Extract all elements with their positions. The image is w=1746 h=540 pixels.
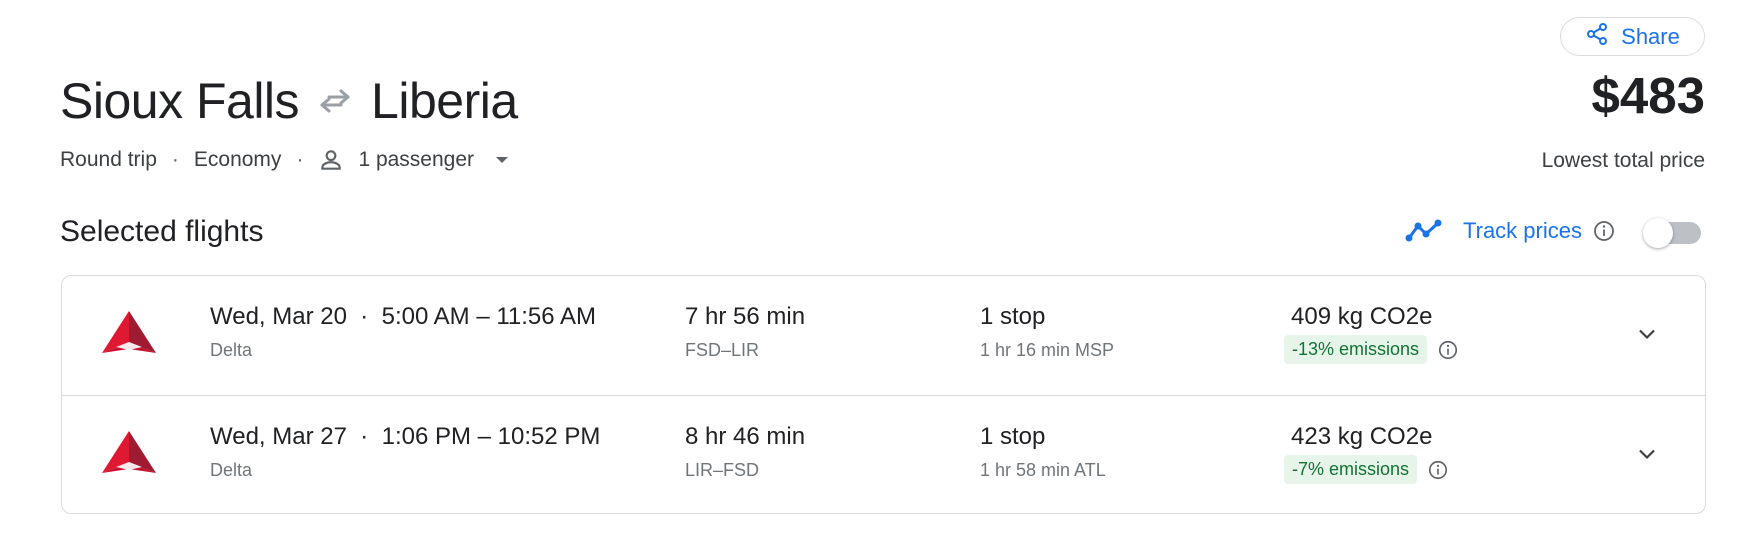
- destination-city: Liberia: [371, 73, 518, 129]
- lowest-price: $483: [1591, 67, 1705, 124]
- flight-duration: 7 hr 56 min: [685, 303, 806, 330]
- section-title: Selected flights: [60, 215, 264, 248]
- airline-name: Delta: [210, 460, 253, 480]
- person-icon: [318, 147, 358, 173]
- co2-value: 423 kg CO2e: [1291, 423, 1433, 450]
- passenger-count: 1 passenger: [358, 148, 475, 171]
- emissions-badge: -7% emissions: [1284, 455, 1418, 484]
- layover-info: 1 hr 16 min MSP: [980, 340, 1115, 360]
- trending-line-icon: [1405, 218, 1443, 244]
- flight-stops: 1 stop: [980, 303, 1046, 330]
- emissions-group: -13% emissions: [1284, 335, 1459, 364]
- swap-arrows-icon: [317, 86, 353, 116]
- separator-dot: ·: [296, 148, 304, 171]
- share-icon: [1585, 22, 1609, 52]
- info-icon[interactable]: [1437, 339, 1459, 361]
- emissions-group: -7% emissions: [1284, 455, 1449, 484]
- co2-value: 409 kg CO2e: [1291, 303, 1433, 330]
- flight-row-return[interactable]: Wed, Mar 27 · 1:06 PM – 10:52 PM Delta 8…: [62, 395, 1705, 513]
- track-prices-label: Track prices: [1463, 218, 1582, 243]
- share-label: Share: [1621, 23, 1680, 49]
- separator-dot: ·: [171, 148, 179, 171]
- lowest-price-label: Lowest total price: [1541, 149, 1705, 172]
- caret-down-icon: [474, 152, 510, 168]
- cabin-class: Economy: [193, 148, 282, 171]
- chevron-down-icon[interactable]: [1632, 439, 1662, 469]
- delta-logo-icon: [100, 429, 158, 477]
- trip-options: Round trip · Economy · 1 passenger: [60, 147, 510, 173]
- flight-row-outbound[interactable]: Wed, Mar 20 · 5:00 AM – 11:56 AM Delta 7…: [62, 276, 1705, 395]
- share-button[interactable]: Share: [1560, 17, 1705, 56]
- track-prices[interactable]: Track prices: [1405, 218, 1616, 244]
- emissions-badge: -13% emissions: [1284, 335, 1428, 364]
- delta-logo-icon: [100, 309, 158, 357]
- chevron-down-icon[interactable]: [1632, 319, 1662, 349]
- flight-route: LIR–FSD: [685, 460, 760, 480]
- flight-route: FSD–LIR: [685, 340, 760, 360]
- info-icon[interactable]: [1592, 219, 1616, 243]
- track-prices-toggle[interactable]: [1643, 218, 1705, 248]
- passenger-selector[interactable]: 1 passenger: [318, 147, 510, 173]
- flight-times: Wed, Mar 27 · 1:06 PM – 10:52 PM: [210, 423, 601, 450]
- toggle-knob: [1643, 218, 1673, 248]
- trip-type: Round trip: [60, 148, 157, 171]
- origin-city: Sioux Falls: [60, 73, 300, 129]
- flight-stops: 1 stop: [980, 423, 1046, 450]
- flight-duration: 8 hr 46 min: [685, 423, 806, 450]
- info-icon[interactable]: [1427, 459, 1449, 481]
- flight-times: Wed, Mar 20 · 5:00 AM – 11:56 AM: [210, 303, 596, 330]
- layover-info: 1 hr 58 min ATL: [980, 460, 1106, 480]
- airline-name: Delta: [210, 340, 253, 360]
- selected-flights-list: Wed, Mar 20 · 5:00 AM – 11:56 AM Delta 7…: [61, 275, 1706, 514]
- route-title: Sioux Falls Liberia: [60, 66, 518, 136]
